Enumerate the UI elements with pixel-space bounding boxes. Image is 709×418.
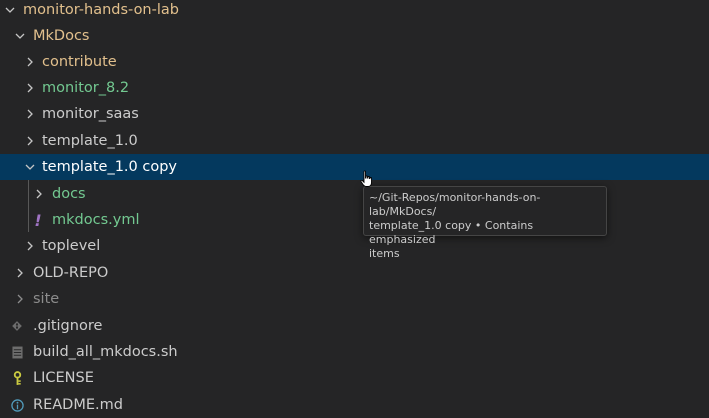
tree-item-label: monitor-hands-on-lab — [23, 2, 179, 18]
tree-item-label: LICENSE — [33, 370, 94, 386]
tree-item-root[interactable]: monitor-hands-on-lab — [0, 0, 709, 23]
chevron-right-icon — [33, 181, 45, 207]
tree-item-label: site — [33, 291, 60, 307]
tree-item-toplevel[interactable]: toplevel — [0, 233, 709, 259]
tree-item-label: toplevel — [42, 238, 101, 254]
tree-item-label: mkdocs.yml — [52, 212, 140, 228]
tree-item-label: OLD-REPO — [33, 265, 109, 281]
tree-item-template-10[interactable]: template_1.0 — [0, 128, 709, 154]
tree-item-label: template_1.0 — [42, 133, 138, 149]
tree-item-label: build_all_mkdocs.sh — [33, 344, 178, 360]
hover-tooltip: ~/Git-Repos/monitor-hands-on-lab/MkDocs/… — [363, 186, 607, 260]
tree-item-contribute[interactable]: contribute — [0, 49, 709, 75]
tree-item-gitignore[interactable]: .gitignore — [0, 313, 709, 339]
tree-item-label: docs — [52, 186, 86, 202]
tree-item-label: .gitignore — [33, 318, 103, 334]
info-icon — [9, 392, 25, 418]
tree-item-mkdocs[interactable]: MkDocs — [0, 23, 709, 49]
tooltip-detail-cont: items — [369, 247, 400, 260]
tree-item-label: monitor_saas — [42, 106, 139, 122]
chevron-right-icon — [14, 286, 26, 312]
tree-item-monitor-saas[interactable]: monitor_saas — [0, 101, 709, 127]
chevron-right-icon — [24, 233, 36, 259]
tooltip-detail: template_1.0 copy • Contains emphasized — [369, 219, 534, 246]
tree-item-label: template_1.0 copy — [42, 159, 178, 175]
chevron-right-icon — [14, 260, 26, 286]
tree-item-monitor-82[interactable]: monitor_8.2 — [0, 75, 709, 101]
tree-item-readme[interactable]: README.md — [0, 392, 709, 418]
tree-item-label: monitor_8.2 — [42, 80, 130, 96]
tree-item-label: README.md — [33, 397, 123, 413]
file-lines-icon — [9, 339, 25, 365]
tree-item-build-script[interactable]: build_all_mkdocs.sh — [0, 339, 709, 365]
tooltip-path: ~/Git-Repos/monitor-hands-on-lab/MkDocs/ — [369, 191, 541, 218]
tree-item-old-repo[interactable]: OLD-REPO — [0, 260, 709, 286]
hand-cursor-icon — [360, 170, 372, 187]
tree-item-label: contribute — [42, 54, 117, 70]
chevron-down-icon — [24, 154, 36, 180]
tree-item-site[interactable]: site — [0, 286, 709, 312]
tree-item-label: MkDocs — [33, 28, 90, 44]
chevron-right-icon — [24, 49, 36, 75]
yaml-exclamation-icon: ! — [34, 210, 42, 230]
chevron-down-icon — [4, 0, 16, 23]
git-diamond-icon — [9, 313, 25, 339]
chevron-right-icon — [24, 101, 36, 127]
chevron-right-icon — [24, 128, 36, 154]
key-icon — [9, 365, 25, 391]
chevron-down-icon — [14, 23, 26, 49]
tree-item-template-10-copy[interactable]: template_1.0 copy — [0, 154, 709, 180]
chevron-right-icon — [24, 75, 36, 101]
tree-item-license[interactable]: LICENSE — [0, 365, 709, 391]
